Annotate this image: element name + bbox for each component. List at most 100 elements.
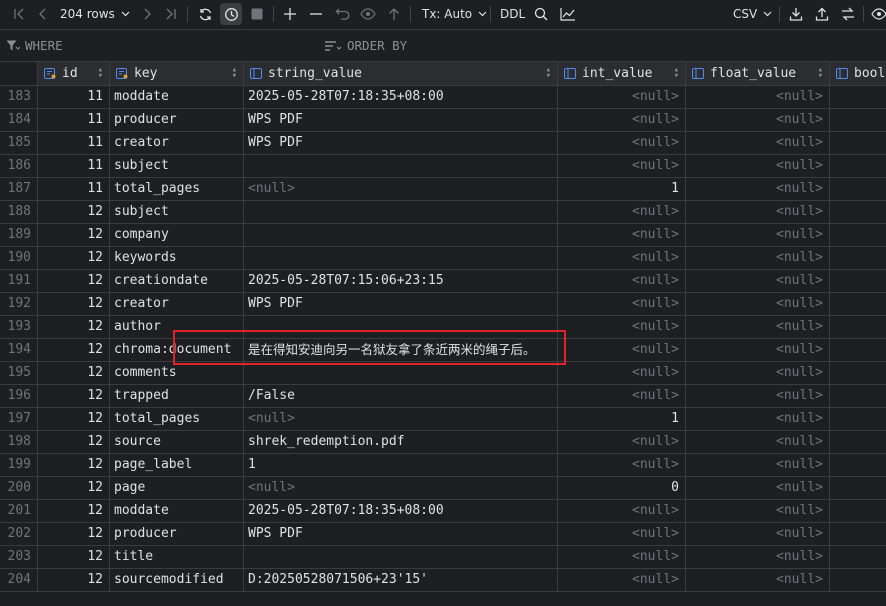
string-value-cell[interactable]: shrek_redemption.pdf xyxy=(244,431,558,453)
table-row[interactable]: 194 12 chroma:document 是在得知安迪向另一名狱友拿了条近两米的绳… xyxy=(0,339,886,362)
string-value-cell[interactable]: <null> xyxy=(244,408,558,430)
id-cell[interactable]: 12 xyxy=(38,362,110,384)
bool-cell[interactable] xyxy=(830,201,886,223)
stop-icon[interactable] xyxy=(246,3,268,25)
int-value-cell[interactable]: <null> xyxy=(558,500,686,522)
key-cell[interactable]: keywords xyxy=(110,247,244,269)
int-value-cell[interactable]: <null> xyxy=(558,385,686,407)
key-cell[interactable]: creator xyxy=(110,132,244,154)
float-value-cell[interactable]: <null> xyxy=(686,569,830,591)
refresh-icon[interactable] xyxy=(194,3,216,25)
view-eye-icon[interactable] xyxy=(868,3,886,25)
sort-toggle-icon[interactable]: ▴ ▾ xyxy=(546,66,551,81)
id-cell[interactable]: 12 xyxy=(38,385,110,407)
key-cell[interactable]: page_label xyxy=(110,454,244,476)
float-value-cell[interactable]: <null> xyxy=(686,86,830,108)
bool-cell[interactable] xyxy=(830,178,886,200)
int-value-cell[interactable]: <null> xyxy=(558,224,686,246)
revert-icon[interactable] xyxy=(331,3,353,25)
key-cell[interactable]: author xyxy=(110,316,244,338)
key-cell[interactable]: total_pages xyxy=(110,408,244,430)
int-value-cell[interactable]: <null> xyxy=(558,270,686,292)
key-cell[interactable]: total_pages xyxy=(110,178,244,200)
int-value-cell[interactable]: <null> xyxy=(558,569,686,591)
string-value-cell[interactable]: 2025-05-28T07:15:06+23:15 xyxy=(244,270,558,292)
string-value-cell[interactable] xyxy=(244,224,558,246)
bool-cell[interactable] xyxy=(830,247,886,269)
string-value-cell[interactable]: <null> xyxy=(244,477,558,499)
table-row[interactable]: 189 12 company <null> <null> xyxy=(0,224,886,247)
export-format-dropdown[interactable]: CSV xyxy=(733,3,772,25)
string-value-cell[interactable] xyxy=(244,362,558,384)
id-cell[interactable]: 11 xyxy=(38,178,110,200)
next-page-icon[interactable] xyxy=(136,3,158,25)
id-cell[interactable]: 12 xyxy=(38,408,110,430)
table-row[interactable]: 203 12 title <null> <null> xyxy=(0,546,886,569)
table-row[interactable]: 190 12 keywords <null> <null> xyxy=(0,247,886,270)
table-row[interactable]: 183 11 moddate 2025-05-28T07:18:35+08:00 <nu… xyxy=(0,86,886,109)
id-cell[interactable]: 12 xyxy=(38,477,110,499)
key-cell[interactable]: producer xyxy=(110,523,244,545)
float-value-cell[interactable]: <null> xyxy=(686,477,830,499)
chart-icon[interactable] xyxy=(557,3,579,25)
float-value-cell[interactable]: <null> xyxy=(686,270,830,292)
float-value-cell[interactable]: <null> xyxy=(686,247,830,269)
bool-cell[interactable] xyxy=(830,339,886,361)
key-cell[interactable]: page xyxy=(110,477,244,499)
bool-cell[interactable] xyxy=(830,477,886,499)
string-value-cell[interactable]: WPS PDF xyxy=(244,523,558,545)
column-header-int-value[interactable]: int_value ▴ ▾ xyxy=(558,62,686,85)
transaction-mode-dropdown[interactable]: Tx: Auto xyxy=(422,3,487,25)
bool-cell[interactable] xyxy=(830,546,886,568)
int-value-cell[interactable]: 0 xyxy=(558,477,686,499)
id-cell[interactable]: 12 xyxy=(38,339,110,361)
int-value-cell[interactable]: <null> xyxy=(558,109,686,131)
table-row[interactable]: 192 12 creator WPS PDF <null> <null> xyxy=(0,293,886,316)
float-value-cell[interactable]: <null> xyxy=(686,408,830,430)
table-row[interactable]: 204 12 sourcemodified D:20250528071506+23'1… xyxy=(0,569,886,592)
string-value-cell[interactable]: D:20250528071506+23'15' xyxy=(244,569,558,591)
float-value-cell[interactable]: <null> xyxy=(686,178,830,200)
string-value-cell[interactable]: WPS PDF xyxy=(244,293,558,315)
upload-icon[interactable] xyxy=(811,3,833,25)
id-cell[interactable]: 12 xyxy=(38,293,110,315)
id-cell[interactable]: 12 xyxy=(38,201,110,223)
bool-cell[interactable] xyxy=(830,500,886,522)
float-value-cell[interactable]: <null> xyxy=(686,201,830,223)
sort-toggle-icon[interactable]: ▴ ▾ xyxy=(98,66,103,81)
id-cell[interactable]: 12 xyxy=(38,500,110,522)
id-cell[interactable]: 12 xyxy=(38,316,110,338)
string-value-cell[interactable] xyxy=(244,201,558,223)
column-header-float-value[interactable]: float_value ▴ ▾ xyxy=(686,62,830,85)
bool-cell[interactable] xyxy=(830,270,886,292)
string-value-cell[interactable]: WPS PDF xyxy=(244,109,558,131)
bool-cell[interactable] xyxy=(830,109,886,131)
bool-cell[interactable] xyxy=(830,316,886,338)
float-value-cell[interactable]: <null> xyxy=(686,500,830,522)
bool-cell[interactable] xyxy=(830,454,886,476)
float-value-cell[interactable]: <null> xyxy=(686,316,830,338)
table-row[interactable]: 188 12 subject <null> <null> xyxy=(0,201,886,224)
auto-refresh-clock-icon[interactable] xyxy=(220,3,242,25)
string-value-cell[interactable]: WPS PDF xyxy=(244,132,558,154)
where-filter[interactable]: WHERE xyxy=(6,38,63,53)
int-value-cell[interactable]: <null> xyxy=(558,316,686,338)
key-cell[interactable]: subject xyxy=(110,155,244,177)
id-cell[interactable]: 11 xyxy=(38,132,110,154)
bool-cell[interactable] xyxy=(830,224,886,246)
float-value-cell[interactable]: <null> xyxy=(686,339,830,361)
transpose-icon[interactable] xyxy=(837,3,859,25)
bool-cell[interactable] xyxy=(830,293,886,315)
int-value-cell[interactable]: <null> xyxy=(558,546,686,568)
last-page-icon[interactable] xyxy=(160,3,182,25)
table-row[interactable]: 191 12 creationdate 2025-05-28T07:15:06+23:… xyxy=(0,270,886,293)
int-value-cell[interactable]: <null> xyxy=(558,201,686,223)
id-cell[interactable]: 11 xyxy=(38,86,110,108)
delete-row-icon[interactable] xyxy=(305,3,327,25)
column-header-id[interactable]: id ▴ ▾ xyxy=(38,62,110,85)
id-cell[interactable]: 12 xyxy=(38,224,110,246)
id-cell[interactable]: 12 xyxy=(38,569,110,591)
bool-cell[interactable] xyxy=(830,385,886,407)
sort-toggle-icon[interactable]: ▴ ▾ xyxy=(674,66,679,81)
float-value-cell[interactable]: <null> xyxy=(686,109,830,131)
